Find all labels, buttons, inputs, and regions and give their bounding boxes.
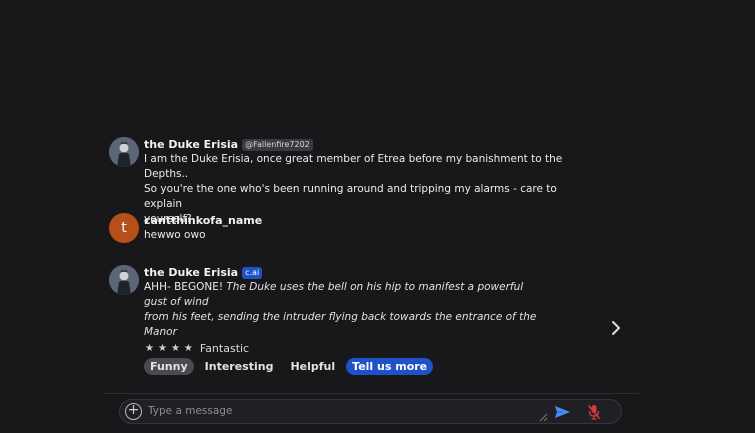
author-name: cantthinkofa_name	[144, 214, 263, 227]
rating-row: ★ ★ ★ ★ Fantastic	[145, 342, 249, 355]
creator-handle[interactable]: @Fallenfire7202	[242, 138, 313, 151]
star-icon[interactable]: ★	[145, 343, 154, 354]
resize-grip-icon[interactable]	[539, 413, 548, 422]
feedback-chips: Funny Interesting Helpful Tell us more	[144, 358, 438, 375]
chip-funny[interactable]: Funny	[144, 358, 194, 375]
message-text: AHH- BEGONE! The Duke uses the bell on h…	[144, 280, 544, 340]
chip-helpful[interactable]: Helpful	[284, 358, 341, 375]
message-3: the Duke Erisia c.ai AHH- BEGONE! The Du…	[109, 265, 544, 340]
message-text: hewwo owo	[144, 228, 564, 243]
message-input[interactable]: Type a message	[148, 405, 232, 417]
send-icon[interactable]	[554, 405, 571, 419]
author-name: the Duke Erisia	[144, 138, 239, 151]
message-line: I am the Duke Erisia, once great member …	[144, 153, 563, 180]
user-avatar[interactable]: t	[109, 213, 139, 243]
message-input-bar: + Type a message	[119, 399, 622, 424]
star-icon[interactable]: ★	[184, 343, 193, 354]
mic-off-icon[interactable]	[587, 404, 601, 420]
chevron-right-icon[interactable]	[608, 319, 624, 337]
plus-circle-icon[interactable]: +	[125, 403, 142, 420]
divider	[103, 393, 639, 394]
ai-badge: c.ai	[242, 266, 263, 279]
character-avatar[interactable]	[109, 265, 139, 295]
star-icon[interactable]: ★	[158, 343, 167, 354]
tell-us-more-button[interactable]: Tell us more	[346, 358, 434, 375]
message-2: t cantthinkofa_name hewwo owo	[109, 213, 564, 243]
message-lead: AHH- BEGONE!	[144, 281, 227, 293]
chip-interesting[interactable]: Interesting	[199, 358, 280, 375]
character-avatar[interactable]	[109, 137, 139, 167]
message-action: from his feet, sending the intruder flyi…	[144, 311, 537, 338]
message-line: hewwo owo	[144, 229, 206, 241]
author-name: the Duke Erisia	[144, 266, 239, 279]
message-line: So you're the one who's been running aro…	[144, 183, 557, 210]
star-icon[interactable]: ★	[171, 343, 180, 354]
avatar-letter: t	[121, 220, 127, 236]
rating-label: Fantastic	[199, 342, 250, 355]
